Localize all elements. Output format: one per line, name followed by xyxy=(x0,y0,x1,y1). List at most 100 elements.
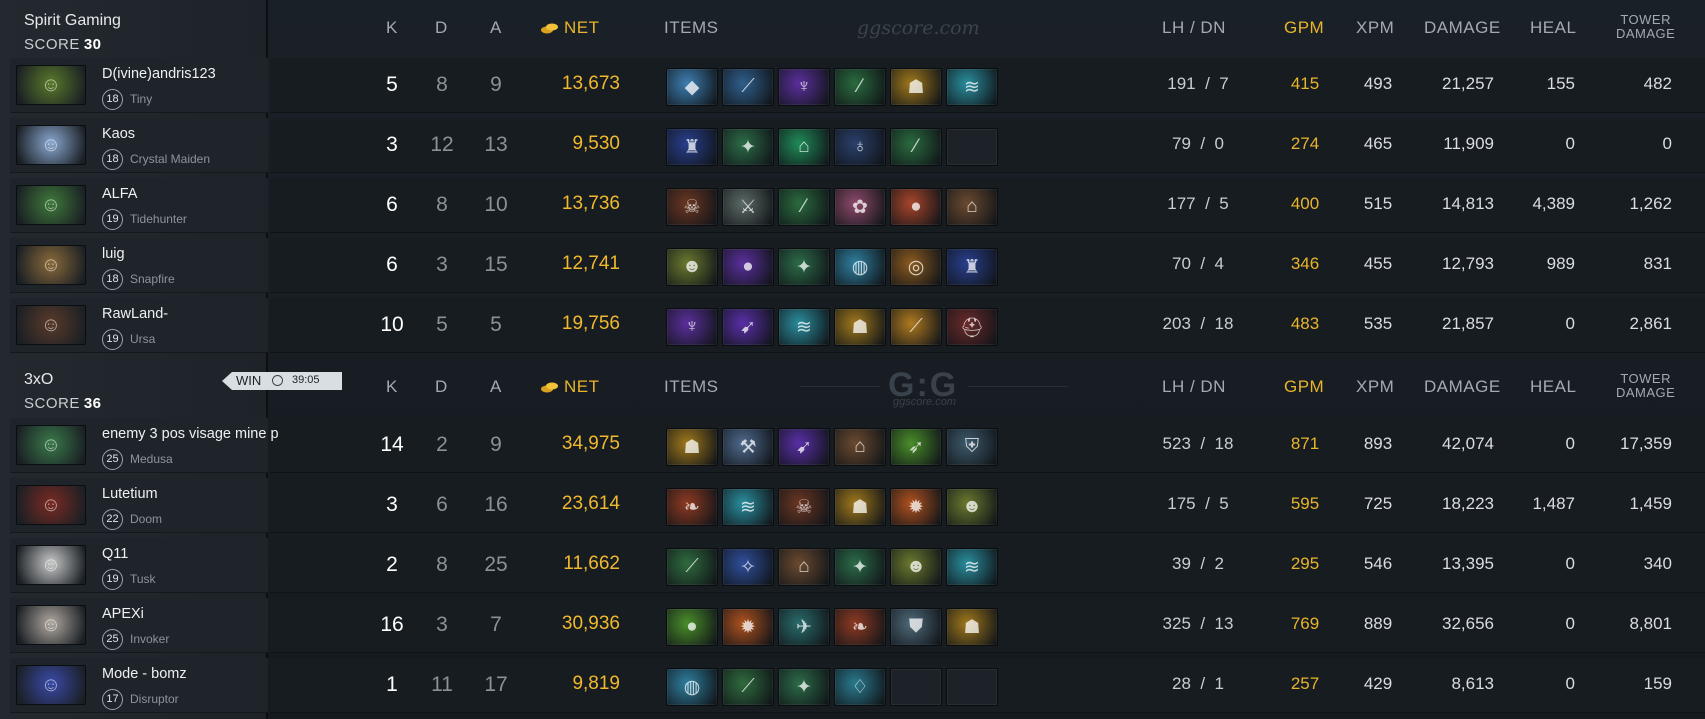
column-header-lh-dn[interactable]: LH / DN xyxy=(1162,18,1226,38)
mask-icon[interactable]: ☗ xyxy=(834,308,886,346)
bottle-icon[interactable]: ♢ xyxy=(834,668,886,706)
player-card[interactable]: ☺ Q11 19 Tusk xyxy=(10,538,268,593)
wand-icon[interactable]: ⁄ xyxy=(778,188,830,226)
helm-icon[interactable]: ☠ xyxy=(778,488,830,526)
lotus-icon[interactable]: ✿ xyxy=(834,188,886,226)
column-header-gpm[interactable]: GPM xyxy=(1284,18,1324,38)
drum-icon[interactable]: ◍ xyxy=(666,668,718,706)
skull-icon[interactable]: ☻ xyxy=(946,488,998,526)
scepter-icon[interactable]: ✦ xyxy=(778,248,830,286)
mask-icon[interactable]: ☗ xyxy=(834,488,886,526)
player-name[interactable]: RawLand- xyxy=(102,306,297,322)
orb-icon[interactable]: ● xyxy=(890,188,942,226)
mask-icon[interactable]: ☗ xyxy=(946,608,998,646)
mask-icon[interactable]: ☗ xyxy=(890,68,942,106)
blade-icon[interactable]: ≋ xyxy=(778,308,830,346)
horn-icon[interactable]: ❧ xyxy=(834,608,886,646)
player-name[interactable]: enemy 3 pos visage mine p xyxy=(102,426,297,442)
player-card[interactable]: ☺ luig 18 Snapfire xyxy=(10,238,268,293)
helm-icon[interactable]: ☠ xyxy=(666,188,718,226)
column-header-lh-dn[interactable]: LH / DN xyxy=(1162,377,1226,397)
player-name[interactable]: Mode - bomz xyxy=(102,666,297,682)
player-name[interactable]: luig xyxy=(102,246,297,262)
column-header-assists[interactable]: A xyxy=(490,18,502,38)
scepter-icon[interactable]: ✦ xyxy=(834,548,886,586)
player-name[interactable]: Kaos xyxy=(102,126,297,142)
empty-slot-icon[interactable] xyxy=(890,668,942,706)
helmet-icon[interactable]: ⛑ xyxy=(946,308,998,346)
armor-icon[interactable]: ⛊ xyxy=(890,608,942,646)
boots-icon[interactable]: ⌂ xyxy=(946,188,998,226)
wand-icon[interactable]: ⁄ xyxy=(890,128,942,166)
flame-icon[interactable]: ✹ xyxy=(722,608,774,646)
boots-icon[interactable]: ⌂ xyxy=(834,428,886,466)
cape-icon[interactable]: ♜ xyxy=(666,128,718,166)
column-header-damage[interactable]: DAMAGE xyxy=(1424,18,1501,38)
boots-icon[interactable]: ⌂ xyxy=(778,548,830,586)
wand-icon[interactable]: ⁄ xyxy=(834,68,886,106)
skull-icon[interactable]: ☻ xyxy=(890,548,942,586)
blade-icon[interactable]: ≋ xyxy=(722,488,774,526)
scepter-icon[interactable]: ✦ xyxy=(778,668,830,706)
orb-icon[interactable]: ● xyxy=(722,248,774,286)
stick-icon[interactable]: ⟋ xyxy=(722,668,774,706)
player-card[interactable]: ☺ ALFA 19 Tidehunter xyxy=(10,178,268,233)
boots-icon[interactable]: ⌂ xyxy=(778,128,830,166)
column-header-heal[interactable]: HEAL xyxy=(1530,18,1576,38)
blade-icon[interactable]: ≋ xyxy=(946,68,998,106)
player-name[interactable]: D(ivine)andris123 xyxy=(102,66,297,82)
cloak-icon[interactable]: ♆ xyxy=(778,68,830,106)
player-name[interactable]: APEXi xyxy=(102,606,297,622)
empty-slot-icon[interactable] xyxy=(946,128,998,166)
cape-icon[interactable]: ♜ xyxy=(946,248,998,286)
scepter-icon[interactable]: ✦ xyxy=(722,128,774,166)
wing-icon[interactable]: ✈ xyxy=(778,608,830,646)
rod-icon[interactable]: ⟋ xyxy=(890,308,942,346)
dagger-icon[interactable]: ➹ xyxy=(722,308,774,346)
orb-icon[interactable]: ● xyxy=(666,608,718,646)
stone-gem-icon[interactable]: ◆ xyxy=(666,68,718,106)
column-header-damage[interactable]: DAMAGE xyxy=(1424,377,1501,397)
column-header-assists[interactable]: A xyxy=(490,377,502,397)
drum-icon[interactable]: ◍ xyxy=(834,248,886,286)
dagger-icon[interactable]: ➹ xyxy=(778,428,830,466)
sword-icon[interactable]: ⚔ xyxy=(722,188,774,226)
player-card[interactable]: ☺ Mode - bomz 17 Disruptor xyxy=(10,658,268,713)
column-header-gpm[interactable]: GPM xyxy=(1284,377,1324,397)
column-header-deaths[interactable]: D xyxy=(435,377,448,397)
glaive-icon[interactable]: ✧ xyxy=(722,548,774,586)
team-name[interactable]: Spirit Gaming xyxy=(24,12,121,30)
column-header-net[interactable]: NET xyxy=(564,18,600,38)
empty-slot-icon[interactable] xyxy=(946,668,998,706)
column-header-tower-damage[interactable]: TOWER DAMAGE xyxy=(1616,13,1675,41)
staff-icon[interactable]: ⟋ xyxy=(722,68,774,106)
column-header-xpm[interactable]: XPM xyxy=(1356,377,1394,397)
potion-icon[interactable]: ♁ xyxy=(834,128,886,166)
player-name[interactable]: Q11 xyxy=(102,546,297,562)
column-header-heal[interactable]: HEAL xyxy=(1530,377,1576,397)
player-name[interactable]: ALFA xyxy=(102,186,297,202)
player-card[interactable]: ☺ enemy 3 pos visage mine p 25 Medusa xyxy=(10,418,279,473)
player-card[interactable]: ☺ D(ivine)andris123 18 Tiny xyxy=(10,58,268,113)
column-header-deaths[interactable]: D xyxy=(435,18,448,38)
player-card[interactable]: ☺ APEXi 25 Invoker xyxy=(10,598,268,653)
column-header-tower-damage[interactable]: TOWER DAMAGE xyxy=(1616,372,1675,400)
shield-icon[interactable]: ⛨ xyxy=(946,428,998,466)
horn-icon[interactable]: ❧ xyxy=(666,488,718,526)
skull-icon[interactable]: ☻ xyxy=(666,248,718,286)
column-header-kills[interactable]: K xyxy=(386,18,398,38)
player-card[interactable]: ☺ Kaos 18 Crystal Maiden xyxy=(10,118,268,173)
column-header-kills[interactable]: K xyxy=(386,377,398,397)
column-header-items[interactable]: ITEMS xyxy=(664,18,718,38)
player-card[interactable]: ☺ RawLand- 19 Ursa xyxy=(10,298,268,353)
column-header-net[interactable]: NET xyxy=(564,377,600,397)
flame-icon[interactable]: ✹ xyxy=(890,488,942,526)
stick-icon[interactable]: ⟋ xyxy=(666,548,718,586)
ring-icon[interactable]: ◎ xyxy=(890,248,942,286)
bow-icon[interactable]: ➶ xyxy=(890,428,942,466)
column-header-items[interactable]: ITEMS xyxy=(664,377,718,397)
column-header-xpm[interactable]: XPM xyxy=(1356,18,1394,38)
player-card[interactable]: ☺ Lutetium 22 Doom xyxy=(10,478,268,533)
blade-icon[interactable]: ≋ xyxy=(946,548,998,586)
axe-icon[interactable]: ⚒ xyxy=(722,428,774,466)
